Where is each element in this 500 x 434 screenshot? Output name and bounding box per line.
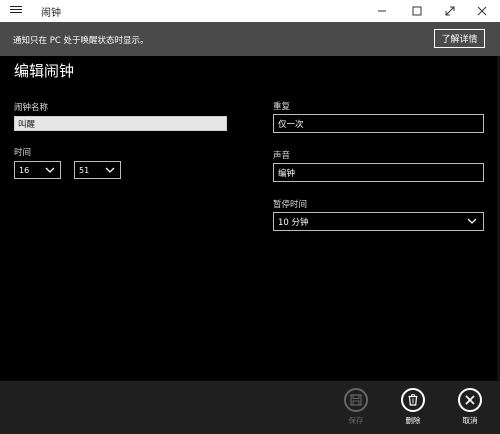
snooze-value: 10 分钟 [278,217,309,228]
hour-select[interactable]: 16 [14,161,61,179]
delete-label: 删除 [405,416,421,425]
snooze-label: 暂停时间 [273,200,308,210]
trash-icon [408,394,418,406]
sound-value: 编钟 [278,168,296,179]
hour-value: 16 [19,165,30,175]
chevron-down-icon [45,167,55,173]
repeat-value: 仅一次 [278,119,304,130]
minute-select[interactable]: 51 [74,161,121,179]
time-label: 时间 [14,148,32,158]
maximize-button[interactable] [403,0,431,22]
notification-bar: 通知只在 PC 处于唤醒状态时显示。 [0,22,500,56]
page-title: 编辑闹钟 [14,62,75,80]
close-icon [465,395,475,405]
learn-more-button[interactable]: 了解详情 [434,29,485,48]
close-window-button[interactable] [468,0,496,22]
cancel-label: 取消 [462,416,478,425]
save-icon [350,394,362,406]
minute-value: 51 [79,165,90,175]
repeat-field[interactable]: 仅一次 [273,114,484,133]
sound-label: 声音 [273,151,291,161]
minimize-button[interactable] [368,0,396,22]
chevron-down-icon [105,167,115,173]
chevron-down-icon [467,218,477,224]
hamburger-icon[interactable] [10,4,22,16]
alarm-name-input[interactable]: 叫醒 [14,116,227,131]
snooze-select[interactable]: 10 分钟 [273,212,484,231]
app-title: 闹钟 [41,8,61,19]
close-icon [477,6,487,16]
expand-button[interactable] [436,0,464,22]
cancel-button[interactable]: 取消 [450,388,490,426]
sound-field[interactable]: 编钟 [273,163,484,182]
save-button[interactable]: 保存 [336,388,376,426]
alarm-name-label: 闹钟名称 [14,103,49,113]
command-bar: 保存 删除 取消 [0,381,500,434]
notification-text: 通知只在 PC 处于唤醒状态时显示。 [13,36,149,46]
title-bar: 闹钟 [0,0,500,22]
delete-button[interactable]: 删除 [393,388,433,426]
expand-icon [445,6,455,16]
repeat-label: 重复 [273,102,291,112]
maximize-icon [412,6,422,16]
minimize-icon [378,10,386,12]
save-label: 保存 [348,416,364,425]
